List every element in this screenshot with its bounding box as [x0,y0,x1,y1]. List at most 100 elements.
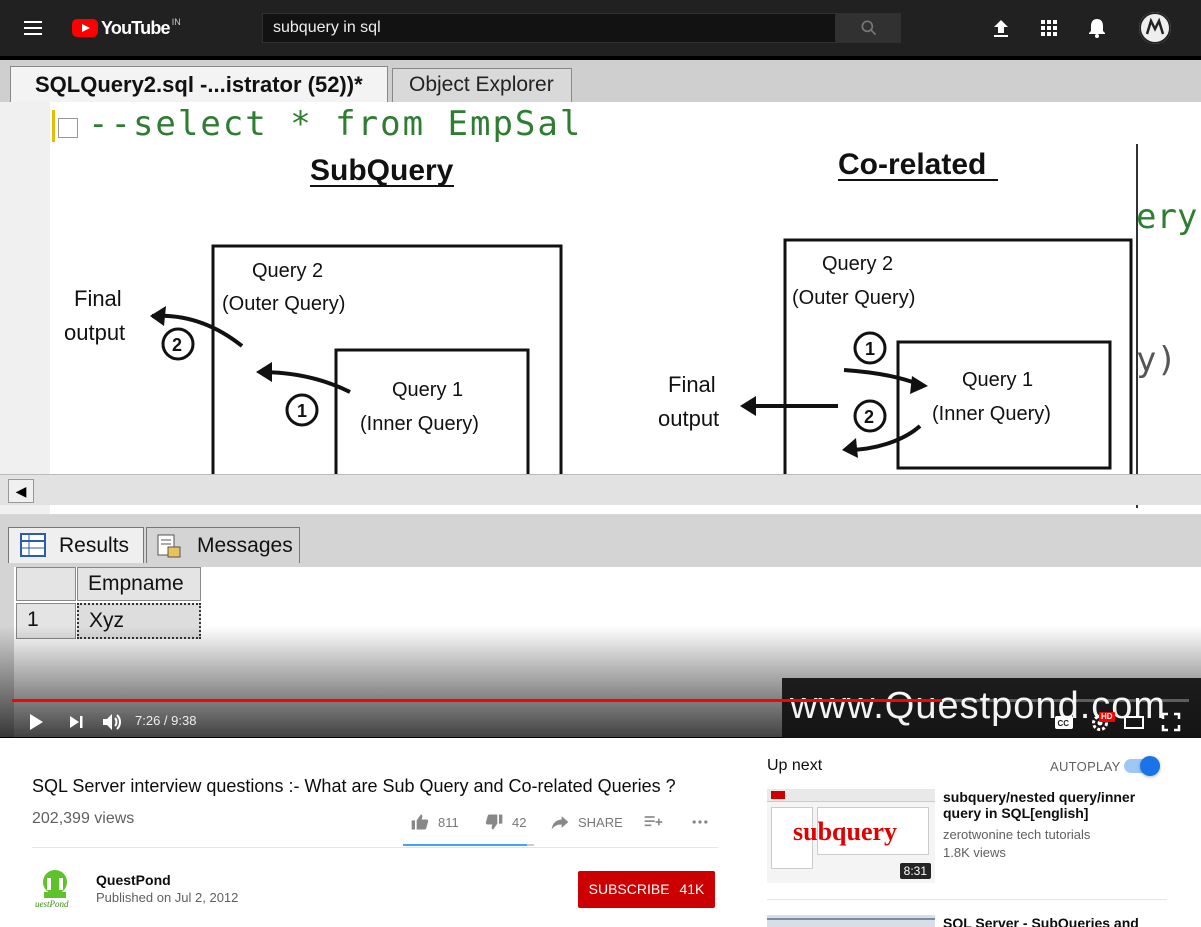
masthead: YouTube IN subquery in sql [0,0,1201,56]
left-step-1: 1 [297,401,307,421]
thumbs-up-icon [411,814,429,830]
code-fragment: y) [1136,340,1177,380]
ssms-editor: --select * from EmpSal ery y) SubQuery C… [0,102,1201,514]
time-display: 7:26 / 9:38 [135,713,197,728]
right-inner-sub: (Inner Query) [932,403,1051,425]
divider [32,847,718,848]
right-final-label: Final [668,372,716,397]
like-button[interactable]: 811 [410,810,459,834]
publish-date: Published on Jul 2, 2012 [96,890,239,905]
volume-icon[interactable] [100,710,124,734]
play-icon[interactable] [24,710,48,734]
right-output-label: output [658,406,719,431]
hd-badge: HD [1099,712,1115,722]
recommended-title[interactable]: SQL Server - SubQueries and [943,915,1163,927]
share-icon [551,816,569,830]
fullscreen-icon[interactable] [1159,710,1183,734]
share-button[interactable]: SHARE [550,810,623,834]
account-avatar[interactable] [1139,12,1171,44]
collapse-icon [58,118,78,138]
diagram-slide: SubQuery Co-related Query 2 (Outer Query… [52,144,1138,508]
sentiment-fill [403,844,528,846]
save-button[interactable] [642,810,664,834]
video-title: SQL Server interview questions :- What a… [32,776,676,796]
right-step-1: 1 [865,339,875,359]
video-player[interactable]: SQLQuery2.sql -...istrator (52))* Object… [0,56,1201,738]
left-title: SubQuery [310,154,454,187]
subquery-diagram: SubQuery Co-related Query 2 (Outer Query… [64,148,1133,498]
grid-corner [16,567,76,601]
code-fragment: ery [1136,197,1198,237]
left-outer-sub: (Outer Query) [222,293,345,315]
right-outer-label: Query 2 [822,253,893,275]
autoplay-label: AUTOPLAY [1050,759,1121,774]
results-tab-label: Results [59,534,130,557]
dislike-button[interactable]: 42 [484,810,526,834]
right-inner-label: Query 1 [962,369,1033,391]
more-icon [692,820,708,824]
thumb-toolbar [767,789,935,802]
bell-icon[interactable] [1085,16,1109,40]
cc-icon[interactable]: CC [1052,710,1076,734]
left-final-label: Final [74,286,122,311]
left-inner-sub: (Inner Query) [360,413,479,435]
progress-bar[interactable] [12,699,1189,702]
avatar-icon [1139,12,1171,44]
channel-name[interactable]: QuestPond [96,872,171,888]
svg-text:CC: CC [1058,719,1070,728]
right-outer-sub: (Outer Query) [792,287,915,309]
logo-text: YouTube [101,18,171,38]
left-outer-label: Query 2 [252,260,323,282]
subscriber-count: 41K [679,881,705,897]
subscribe-label: SUBSCRIBE [588,881,670,897]
editor-caret [52,110,55,142]
recommended-thumbnail[interactable] [767,915,935,927]
toggle-knob [1140,756,1160,776]
left-output-label: output [64,320,125,345]
ssms-tab-query: SQLQuery2.sql -...istrator (52))* [10,66,388,102]
left-inner-label: Query 1 [392,379,463,401]
svg-text:uestPond: uestPond [35,899,69,909]
messages-icon [157,534,181,558]
sentiment-bar [403,844,534,846]
share-label: SHARE [578,814,623,830]
subscribe-button[interactable]: SUBSCRIBE 41K [578,871,715,908]
search-icon [861,20,877,36]
search-input[interactable]: subquery in sql [262,13,836,43]
view-count: 202,399 views [32,810,135,827]
recommended-channel: zerotwonine tech tutorials [943,827,1091,842]
autoplay-toggle[interactable] [1124,756,1160,776]
youtube-logo-icon [72,19,98,37]
oracle-logo-icon [771,791,785,799]
theater-icon[interactable] [1122,710,1146,734]
video-duration: 8:31 [899,863,931,879]
grid-column-header: Empname [77,567,201,601]
grid-icon [20,533,46,557]
add-to-playlist-icon [644,816,663,827]
editor-hscroll: ◀ [0,474,1201,505]
right-title: Co-related [838,148,986,181]
recommended-thumbnail[interactable]: subquery 8:31 [767,789,935,883]
progress-fill [12,699,942,702]
more-actions-button[interactable] [688,810,712,834]
channel-avatar[interactable]: uestPond [32,866,78,910]
upload-icon[interactable] [989,16,1013,40]
like-count: 811 [438,814,459,830]
divider [767,899,1167,900]
recommended-title[interactable]: subquery/nested query/inner query in SQL… [943,789,1163,821]
logo-country-code: IN [171,17,181,27]
next-icon[interactable] [64,710,88,734]
search-button[interactable] [836,13,901,43]
youtube-logo[interactable]: YouTube IN [72,16,181,40]
messages-tab-label: Messages [197,534,293,557]
thumbs-down-icon [485,814,503,830]
menu-icon[interactable] [24,18,46,38]
scroll-left-icon: ◀ [8,479,34,503]
ssms-tab-strip: SQLQuery2.sql -...istrator (52))* Object… [0,60,1201,102]
thumb-text: subquery [793,817,898,846]
apps-icon[interactable] [1037,16,1061,40]
up-next-heading: Up next [767,757,823,774]
left-step-2: 2 [172,335,182,355]
code-line: --select * from EmpSal [88,104,583,144]
recommended-views: 1.8K views [943,845,1006,860]
